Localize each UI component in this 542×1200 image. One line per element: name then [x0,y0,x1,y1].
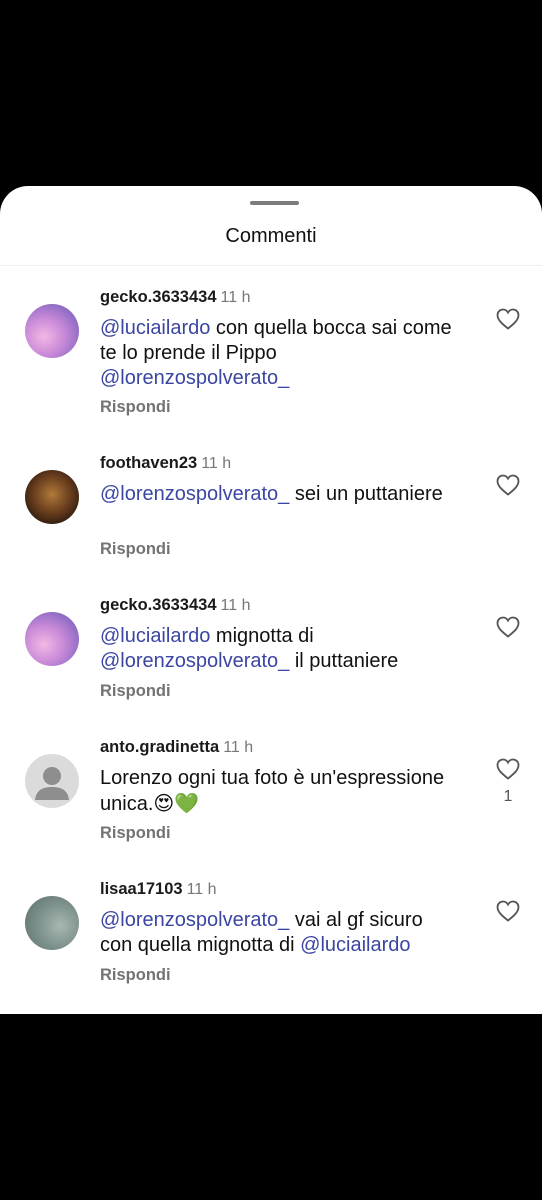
avatar[interactable] [25,612,79,666]
comment-time: 11 h [220,597,251,614]
mention-link[interactable]: @luciailardo [100,317,210,339]
sheet-title: Commenti [225,225,317,247]
reply-button[interactable]: Rispondi [100,824,171,843]
like-heart-icon[interactable] [496,900,520,922]
reply-button[interactable]: Rispondi [100,398,171,417]
comment-body-text: mignotta di [210,625,314,647]
avatar[interactable] [25,896,79,950]
avatar[interactable] [25,754,79,808]
comment-text: @lorenzospolverato_ sei un puttaniere [100,482,460,507]
comment-body-text: sei un puttaniere [289,483,443,505]
comment-time: 11 h [201,455,232,472]
like-heart-icon[interactable] [496,616,520,638]
avatar[interactable] [25,470,79,524]
reply-button[interactable]: Rispondi [100,540,171,559]
mention-link[interactable]: @luciailardo [300,934,410,956]
avatar[interactable] [25,304,79,358]
drag-handle[interactable] [250,201,299,205]
comment-item: foothaven23 11 h @lorenzospolverato_ sei … [0,452,542,592]
comment-time: 11 h [186,881,217,898]
mention-link[interactable]: @lorenzospolverato_ [100,909,289,931]
mention-link[interactable]: @lorenzospolverato_ [100,367,289,389]
like-heart-icon[interactable] [496,474,520,496]
comment-text: @lorenzospolverato_ vai al gf sicuro con… [100,908,460,958]
default-user-icon [35,767,69,800]
comment-item: gecko.3633434 11 h @luciailardo con quell… [0,286,542,426]
comment-username[interactable]: foothaven23 11 h [100,454,231,473]
comment-text: @luciailardo con quella bocca sai come t… [100,316,460,391]
divider [0,265,542,266]
emoji-icon: 😍💚 [153,791,200,815]
like-heart-icon[interactable] [496,758,520,780]
comment-item: anto.gradinetta 11 h Lorenzo ogni tua fot… [0,736,542,876]
mention-link[interactable]: @lorenzospolverato_ [100,483,289,505]
reply-button[interactable]: Rispondi [100,682,171,701]
comment-body-text: il puttaniere [289,650,399,672]
comment-item: lisaa17103 11 h @lorenzospolverato_ vai a… [0,878,542,1014]
comment-item: gecko.3633434 11 h @luciailardo mignotta … [0,594,542,734]
comment-username[interactable]: gecko.3633434 11 h [100,288,250,307]
reply-button[interactable]: Rispondi [100,966,171,985]
comment-text: Lorenzo ogni tua foto è un'espressione u… [100,766,460,817]
comment-time: 11 h [220,289,251,306]
mention-link[interactable]: @luciailardo [100,625,210,647]
comments-sheet: Commenti gecko.3633434 11 h @luciailardo … [0,186,542,1014]
comment-body-text: Lorenzo ogni tua foto è un'espressione u… [100,767,445,815]
mention-link[interactable]: @lorenzospolverato_ [100,650,289,672]
comment-username[interactable]: lisaa17103 11 h [100,880,217,899]
comment-username[interactable]: gecko.3633434 11 h [100,596,250,615]
comment-text: @luciailardo mignotta di @lorenzospolver… [100,624,460,674]
comment-time: 11 h [223,739,254,756]
like-heart-icon[interactable] [496,308,520,330]
like-count[interactable]: 1 [498,788,518,806]
comment-username[interactable]: anto.gradinetta 11 h [100,738,253,757]
